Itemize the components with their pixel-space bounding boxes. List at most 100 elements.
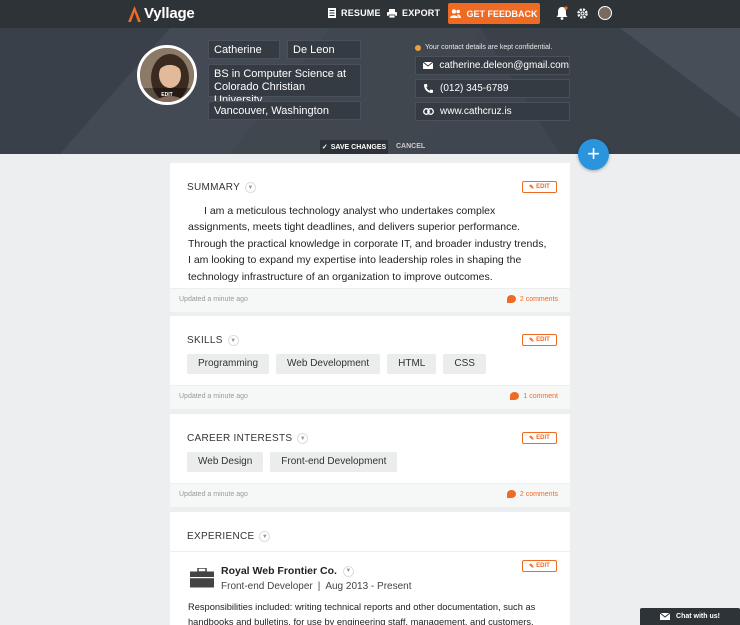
link-icon bbox=[416, 108, 440, 115]
summary-title-text: SUMMARY bbox=[187, 182, 241, 193]
contact-privacy-note: Your contact details are kept confidenti… bbox=[415, 44, 552, 51]
comment-bubble-icon bbox=[506, 295, 516, 303]
website-value: www.cathcruz.is bbox=[440, 106, 512, 117]
career-title-text: CAREER INTERESTS bbox=[187, 433, 293, 444]
summary-updated: Updated a minute ago bbox=[179, 296, 248, 303]
skills-footer: Updated a minute ago 1 comment bbox=[170, 385, 570, 409]
chevron-down-icon[interactable]: ▼ bbox=[297, 433, 309, 444]
role-separator: | bbox=[317, 581, 321, 592]
summary-comments-count: 2 comments bbox=[519, 295, 558, 303]
profile-photo[interactable]: EDIT bbox=[137, 45, 197, 105]
top-nav: Vyllage RESUME EXPORT GET FEEDBACK bbox=[0, 0, 740, 28]
app-name: Vyllage bbox=[144, 5, 195, 22]
chevron-down-icon[interactable]: ▼ bbox=[227, 335, 239, 346]
pencil-icon: ✎ bbox=[529, 184, 535, 191]
printer-icon bbox=[387, 8, 397, 18]
info-dot-icon bbox=[415, 44, 421, 51]
experience-section-title: EXPERIENCE ▼ bbox=[187, 531, 271, 542]
export-label: EXPORT bbox=[402, 8, 441, 18]
document-icon bbox=[328, 8, 336, 18]
skills-edit-button[interactable]: ✎ EDIT bbox=[522, 334, 557, 346]
get-feedback-button[interactable]: GET FEEDBACK bbox=[448, 3, 540, 24]
career-interests-card: CAREER INTERESTS ▼ ✎ EDIT Web Design Fro… bbox=[170, 414, 570, 507]
career-footer: Updated a minute ago 2 comments bbox=[170, 483, 570, 507]
comment-bubble-icon bbox=[506, 490, 516, 498]
user-avatar-icon[interactable] bbox=[598, 6, 612, 20]
chat-label: Chat with us! bbox=[676, 613, 720, 620]
profile-header: EDIT Catherine De Leon BS in Computer Sc… bbox=[0, 28, 740, 154]
phone-icon bbox=[416, 84, 440, 93]
edit-label: EDIT bbox=[536, 337, 550, 343]
app-logo[interactable]: Vyllage bbox=[128, 5, 195, 22]
phone-value: (012) 345-6789 bbox=[440, 83, 509, 94]
career-tag[interactable]: Front-end Development bbox=[270, 452, 398, 472]
experience-company: Royal Web Frontier Co. ▼ bbox=[221, 565, 354, 577]
contact-note-text: Your contact details are kept confidenti… bbox=[425, 44, 553, 51]
bell-icon[interactable] bbox=[556, 6, 568, 20]
first-name-field[interactable]: Catherine bbox=[208, 40, 280, 59]
experience-edit-button[interactable]: ✎ EDIT bbox=[522, 560, 557, 572]
career-comments-link[interactable]: 2 comments bbox=[506, 490, 558, 498]
gear-icon[interactable] bbox=[576, 7, 589, 20]
vyllage-logo-icon bbox=[128, 5, 141, 22]
career-tag-list: Web Design Front-end Development bbox=[187, 452, 398, 472]
plus-icon: + bbox=[587, 141, 600, 166]
users-icon bbox=[450, 9, 462, 18]
chevron-down-icon[interactable]: ▼ bbox=[342, 565, 354, 577]
email-value: catherine.deleon@gmail.com bbox=[439, 60, 569, 71]
pencil-icon: ✎ bbox=[529, 435, 535, 442]
comment-bubble-icon bbox=[510, 392, 520, 400]
role-title: Front-end Developer bbox=[221, 581, 313, 592]
company-name: Royal Web Frontier Co. bbox=[221, 565, 337, 577]
chevron-down-icon[interactable]: ▼ bbox=[259, 531, 271, 542]
envelope-icon bbox=[416, 62, 439, 69]
phone-field[interactable]: (012) 345-6789 bbox=[415, 79, 570, 98]
last-name-field[interactable]: De Leon bbox=[287, 40, 361, 59]
pencil-icon: ✎ bbox=[529, 337, 535, 344]
add-section-button[interactable]: + bbox=[578, 139, 609, 170]
resume-button[interactable]: RESUME bbox=[328, 8, 381, 18]
experience-description: Responsibilities included: writing techn… bbox=[188, 602, 536, 625]
career-comments-count: 2 comments bbox=[519, 490, 558, 498]
tagline-field[interactable]: BS in Computer Science at Colorado Chris… bbox=[208, 64, 361, 106]
skills-card: SKILLS ▼ ✎ EDIT Programming Web Developm… bbox=[170, 316, 570, 409]
avatar-edit-button[interactable]: EDIT bbox=[140, 88, 194, 102]
header-background-pattern bbox=[0, 28, 740, 154]
skill-tag[interactable]: Web Development bbox=[276, 354, 381, 374]
summary-text: I am a meticulous technology analyst who… bbox=[188, 205, 547, 283]
skill-tag[interactable]: CSS bbox=[443, 354, 486, 374]
summary-card: SUMMARY ▼ ✎ EDIT I am a meticulous techn… bbox=[170, 163, 570, 312]
briefcase-icon bbox=[190, 568, 214, 588]
career-updated: Updated a minute ago bbox=[179, 491, 248, 498]
experience-divider bbox=[170, 551, 570, 552]
summary-section-title: SUMMARY ▼ bbox=[187, 182, 257, 193]
skills-updated: Updated a minute ago bbox=[179, 393, 248, 400]
career-tag[interactable]: Web Design bbox=[187, 452, 264, 472]
chevron-down-icon[interactable]: ▼ bbox=[245, 182, 257, 193]
pencil-icon: ✎ bbox=[529, 563, 535, 570]
location-field[interactable]: Vancouver, Washington bbox=[208, 101, 361, 120]
experience-card: EXPERIENCE ▼ ✎ EDIT Royal Web Frontier C… bbox=[170, 512, 570, 625]
summary-footer: Updated a minute ago 2 comments bbox=[170, 288, 570, 312]
role-dates: Aug 2013 - Present bbox=[325, 581, 412, 592]
save-changes-button[interactable]: ✓ SAVE CHANGES bbox=[320, 140, 388, 154]
summary-comments-link[interactable]: 2 comments bbox=[506, 295, 558, 303]
edit-label: EDIT bbox=[536, 184, 550, 190]
resume-label: RESUME bbox=[341, 8, 381, 18]
skill-tag[interactable]: HTML bbox=[387, 354, 437, 374]
edit-label: EDIT bbox=[536, 435, 550, 441]
feedback-label: GET FEEDBACK bbox=[466, 8, 538, 19]
cancel-button[interactable]: CANCEL bbox=[396, 140, 425, 154]
career-edit-button[interactable]: ✎ EDIT bbox=[522, 432, 557, 444]
website-field[interactable]: www.cathcruz.is bbox=[415, 102, 570, 121]
email-field[interactable]: catherine.deleon@gmail.com bbox=[415, 56, 570, 75]
experience-role-line: Front-end Developer | Aug 2013 - Present bbox=[221, 581, 412, 592]
career-section-title: CAREER INTERESTS ▼ bbox=[187, 433, 309, 444]
envelope-icon bbox=[660, 613, 671, 620]
summary-edit-button[interactable]: ✎ EDIT bbox=[522, 181, 557, 193]
export-button[interactable]: EXPORT bbox=[387, 8, 440, 18]
chat-with-us-button[interactable]: Chat with us! bbox=[640, 608, 740, 625]
skills-comments-link[interactable]: 1 comment bbox=[510, 392, 558, 400]
skills-tag-list: Programming Web Development HTML CSS bbox=[187, 354, 486, 374]
skill-tag[interactable]: Programming bbox=[187, 354, 270, 374]
